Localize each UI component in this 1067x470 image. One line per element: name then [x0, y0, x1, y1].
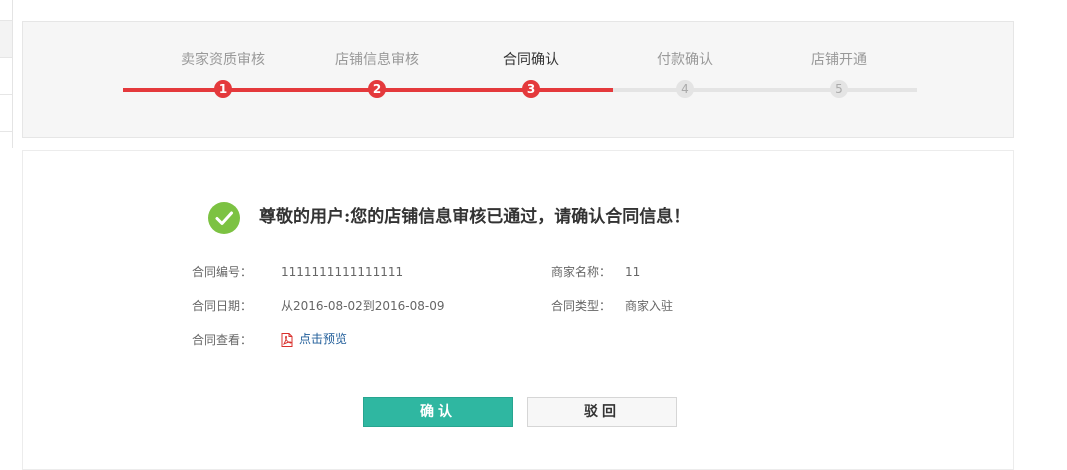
- progress-steps-panel: 卖家资质审核 1 店铺信息审核 2 合同确认 3 付款确认 4 店铺开通 5: [22, 21, 1014, 138]
- background-row: [0, 95, 12, 132]
- contract-type-value: 商家入驻: [625, 299, 674, 313]
- contract-number-label: 合同编号：: [192, 265, 253, 279]
- step-number: 1: [214, 80, 232, 98]
- contract-date-value: 从2016-08-02到2016-08-09: [281, 299, 445, 313]
- step-label: 付款确认: [657, 52, 713, 68]
- contract-confirm-panel: 尊敬的用户:您的店铺信息审核已通过，请确认合同信息！ 合同编号： 1111111…: [22, 150, 1014, 470]
- contract-preview-link[interactable]: 点击预览: [299, 330, 347, 348]
- merchant-name-label: 商家名称：: [551, 265, 612, 279]
- reject-button[interactable]: 驳回: [527, 397, 677, 427]
- step-label: 卖家资质审核: [181, 52, 265, 68]
- step-store-open: 店铺开通 5: [764, 50, 914, 98]
- step-label: 合同确认: [503, 52, 559, 68]
- approval-message: 尊敬的用户:您的店铺信息审核已通过，请确认合同信息！: [259, 207, 691, 227]
- step-seller-qualification: 卖家资质审核 1: [148, 50, 298, 98]
- step-payment-confirm: 付款确认 4: [610, 50, 760, 98]
- step-label: 店铺信息审核: [335, 52, 419, 68]
- step-number: 2: [368, 80, 386, 98]
- contract-number-value: 1111111111111111: [281, 265, 404, 279]
- background-sidebar-fragment: [0, 0, 13, 148]
- step-store-info-review: 店铺信息审核 2: [302, 50, 452, 98]
- step-label: 店铺开通: [811, 52, 867, 68]
- check-circle-icon: [208, 202, 240, 234]
- contract-view-label: 合同查看：: [192, 333, 253, 347]
- step-number: 5: [830, 80, 848, 98]
- background-row: [0, 0, 12, 21]
- background-row: [0, 21, 12, 58]
- step-number: 3: [522, 80, 540, 98]
- contract-date-label: 合同日期：: [192, 299, 253, 313]
- confirm-button[interactable]: 确认: [363, 397, 513, 427]
- pdf-icon: [281, 332, 293, 347]
- contract-type-label: 合同类型：: [551, 299, 612, 313]
- background-row: [0, 58, 12, 95]
- step-contract-confirm: 合同确认 3: [456, 50, 606, 98]
- merchant-name-value: 11: [625, 265, 641, 279]
- step-number: 4: [676, 80, 694, 98]
